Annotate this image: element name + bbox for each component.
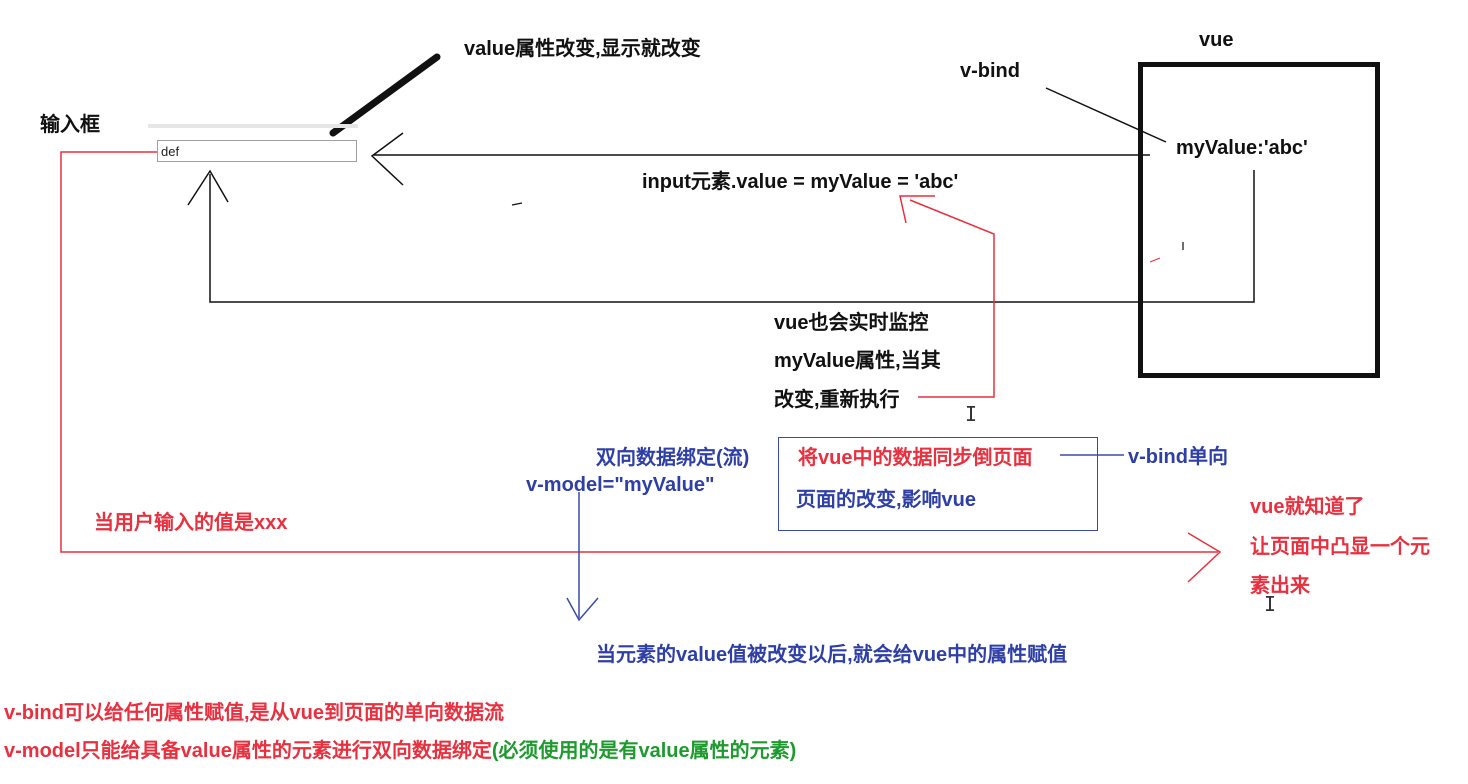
stray-mark [511, 202, 523, 206]
page-affects-vue-label: 页面的改变,影响vue [796, 489, 977, 511]
vue-title: vue [1199, 29, 1234, 51]
re-execute-red-arrowhead [899, 195, 935, 224]
my-value-label: myValue:'abc' [1176, 137, 1308, 159]
v-model-label: v-model="myValue" [526, 474, 715, 496]
assign-on-change-label: 当元素的value值被改变以后,就会给vue中的属性赋值 [596, 644, 1068, 666]
vue-knows-line3: 素出来 [1250, 575, 1310, 597]
v-bind-label: v-bind [960, 60, 1020, 82]
vue-instance-box [1138, 62, 1380, 378]
user-input-label: 当用户输入的值是xxx [94, 512, 288, 534]
two-way-title: 双向数据绑定(流) [596, 447, 750, 469]
pointer-stroke [329, 53, 441, 137]
value-changes-label: value属性改变,显示就改变 [464, 38, 701, 60]
v-bind-oneway-label: v-bind单向 [1128, 446, 1228, 468]
vue-knows-line2: 让页面中凸显一个元 [1250, 536, 1430, 558]
input-label: 输入框 [40, 114, 100, 136]
text-cursor-icon: I [1264, 592, 1277, 616]
vue-knows-line1: vue就知道了 [1250, 496, 1365, 518]
v-model-note-paren: (必须使用的是有value属性的元素) [491, 740, 797, 762]
monitor-text-line3: 改变,重新执行 [774, 389, 900, 411]
text-cursor-icon: I [965, 402, 978, 426]
v-bind-note: v-bind可以给任何属性赋值,是从vue到页面的单向数据流 [4, 702, 505, 724]
sync-to-page-label: 将vue中的数据同步倒页面 [798, 447, 1033, 469]
user-input-red-arrowhead [1187, 532, 1222, 583]
v-model-note: v-model只能给具备value属性的元素进行双向数据绑定(必须使用的是有va… [4, 741, 796, 761]
monitor-loop-arrowhead [187, 169, 229, 206]
monitor-text-line1: vue也会实时监控 [774, 312, 929, 334]
monitor-text-line2: myValue属性,当其 [774, 350, 941, 372]
v-model-note-main: v-model只能给具备value属性的元素进行双向数据绑定 [4, 740, 492, 762]
v-model-down-arrowhead [566, 597, 599, 622]
input-shadow [148, 124, 358, 128]
vue-to-input-arrowhead [370, 132, 404, 186]
assignment-label: input元素.value = myValue = 'abc' [642, 171, 959, 193]
demo-input-field[interactable]: def [157, 140, 357, 162]
